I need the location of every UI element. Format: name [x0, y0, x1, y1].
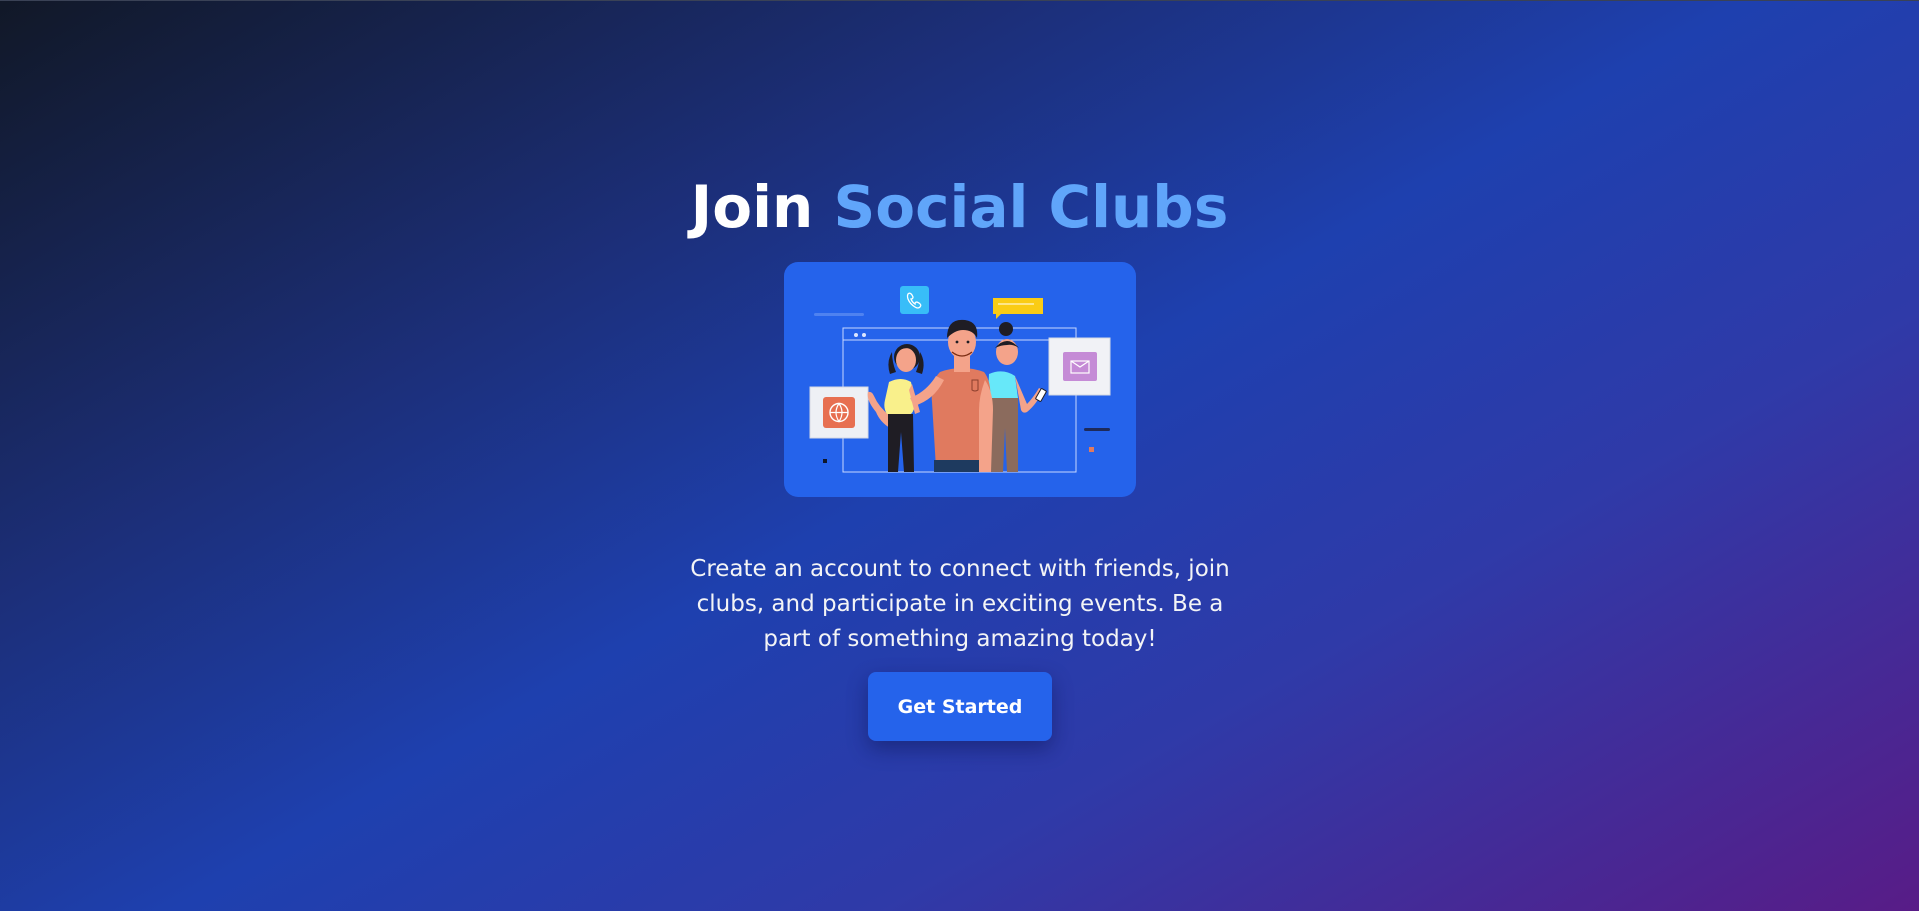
- hero-description: Create an account to connect with friend…: [690, 556, 1230, 652]
- hero-section: Join Social Clubs Create an account to c…: [0, 0, 1919, 911]
- mail-icon: [1048, 337, 1111, 396]
- title-accent: Social Clubs: [833, 173, 1229, 241]
- people-social-illustration: [784, 262, 1136, 497]
- title-plain: Join: [690, 173, 814, 241]
- decor-dash: [1084, 428, 1110, 431]
- globe-icon: [809, 386, 869, 439]
- person-left: [867, 344, 924, 472]
- phone-icon: [900, 286, 929, 314]
- decor-dot: [823, 459, 827, 463]
- get-started-button[interactable]: Get Started: [868, 672, 1052, 741]
- person-right: [988, 322, 1047, 472]
- decor-line: [814, 313, 864, 316]
- person-center: [910, 319, 993, 472]
- decor-square: [1089, 447, 1094, 452]
- chat-bubble-icon: [993, 298, 1043, 319]
- page-title: Join Social Clubs: [0, 170, 1919, 244]
